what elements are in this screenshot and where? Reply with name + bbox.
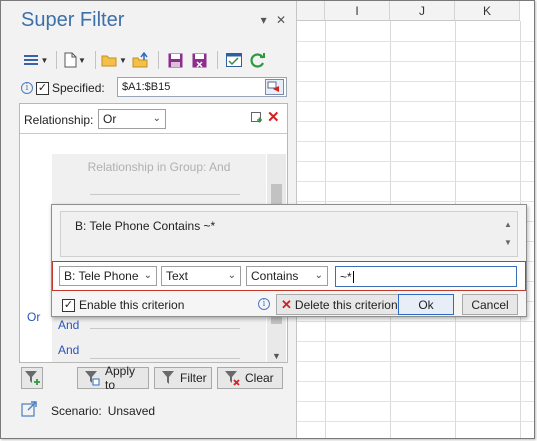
chevron-down-icon: ⌄ xyxy=(227,270,236,281)
scroll-down-icon[interactable]: ▼ xyxy=(503,234,513,252)
relationship-select[interactable]: Or ⌄ xyxy=(98,109,166,129)
criterion-row: B: Tele Phone ⌄ Text ⌄ Contains ⌄ ~* xyxy=(52,261,526,291)
refresh-icon[interactable] xyxy=(247,50,269,70)
save-all-icon[interactable] xyxy=(188,50,210,70)
clear-button[interactable]: Clear xyxy=(217,367,283,389)
info-icon[interactable]: i xyxy=(21,82,33,94)
preview-scrollbar[interactable]: ▲ ▼ xyxy=(503,216,513,252)
chevron-down-icon: ⌄ xyxy=(152,113,161,124)
operator-select[interactable]: Contains ⌄ xyxy=(246,266,328,286)
open-scenario-icon[interactable] xyxy=(21,401,37,420)
filter-button[interactable]: Filter xyxy=(154,367,212,389)
group-relationship-label[interactable]: Relationship in Group: And xyxy=(52,160,266,174)
relationship-bar: Relationship: Or ⌄ ✕ xyxy=(20,104,287,134)
criterion-preview: B: Tele Phone Contains ~* ▲ ▼ xyxy=(60,211,518,257)
and-label[interactable]: And xyxy=(58,343,79,357)
pane-options-chevron-icon[interactable]: ▾ xyxy=(261,13,267,27)
pane-controls: ▾ ✕ xyxy=(255,13,286,27)
enable-criterion-row: ✓ Enable this criterion xyxy=(62,298,184,312)
specified-checkbox[interactable]: ✓ xyxy=(36,81,49,95)
scenario-label: Scenario: xyxy=(51,403,102,418)
apply-to-button[interactable]: Apply to xyxy=(77,364,149,392)
enable-criterion-label[interactable]: Enable this criterion xyxy=(79,298,184,312)
column-header-k[interactable]: K xyxy=(455,1,520,21)
window: I J K Super Filter ▾ ✕ ▼ ▼ ▼ i ✓ Specifi… xyxy=(0,0,535,439)
criterion-preview-text: B: Tele Phone Contains ~* xyxy=(75,219,216,233)
criterion-editor: B: Tele Phone Contains ~* ▲ ▼ B: Tele Ph… xyxy=(51,204,527,317)
filter-apply-icon xyxy=(84,370,100,386)
range-input[interactable]: $A1:$B15 xyxy=(117,77,287,97)
or-label[interactable]: Or xyxy=(27,310,40,324)
enable-criterion-checkbox[interactable]: ✓ xyxy=(62,298,75,312)
add-filter-button[interactable] xyxy=(21,367,43,389)
cancel-button[interactable]: Cancel xyxy=(462,294,518,315)
manage-scenarios-icon[interactable] xyxy=(223,50,245,70)
text-caret xyxy=(352,271,354,283)
apply-to-label: Apply to xyxy=(105,364,136,392)
action-bar: Apply to Filter Clear xyxy=(21,364,287,392)
scenario-row: Scenario: Unsaved xyxy=(21,401,155,420)
delete-criterion-label: Delete this criterion xyxy=(294,297,398,312)
criterion-value: ~* xyxy=(340,270,352,284)
save-as-scenario-icon[interactable] xyxy=(129,50,151,70)
ok-label: Ok xyxy=(418,297,434,312)
pane-close-icon[interactable]: ✕ xyxy=(276,13,286,27)
scroll-up-icon[interactable]: ▲ xyxy=(503,216,513,234)
delete-criterion-button[interactable]: ✕ Delete this criterion xyxy=(276,294,403,315)
specified-label: Specified: xyxy=(52,81,105,95)
operator-value: Contains xyxy=(251,269,299,283)
column-header-i[interactable]: I xyxy=(325,1,390,21)
ok-button[interactable]: Ok xyxy=(398,294,454,315)
open-folder-icon[interactable]: ▼ xyxy=(101,50,127,70)
info-icon[interactable]: i xyxy=(258,298,270,310)
chevron-down-icon: ⌄ xyxy=(143,270,152,281)
empty-criterion-line[interactable] xyxy=(90,358,240,359)
delete-icon: ✕ xyxy=(281,296,292,312)
add-group-icon[interactable] xyxy=(251,112,263,124)
scroll-down-icon[interactable]: ▼ xyxy=(267,351,286,361)
relationship-value: Or xyxy=(103,112,117,126)
clear-label: Clear xyxy=(245,371,274,385)
and-label[interactable]: And xyxy=(58,318,79,332)
relationship-label: Relationship: xyxy=(24,113,94,127)
empty-criterion-line[interactable] xyxy=(90,328,240,329)
column-value: B: Tele Phone xyxy=(64,269,139,283)
menu-icon[interactable]: ▼ xyxy=(23,50,49,70)
chevron-down-icon: ⌄ xyxy=(314,270,323,281)
delete-group-icon[interactable]: ✕ xyxy=(267,108,280,126)
type-select[interactable]: Text ⌄ xyxy=(161,266,241,286)
range-selector-icon[interactable] xyxy=(265,79,284,95)
save-icon[interactable] xyxy=(164,50,186,70)
filter-icon xyxy=(161,370,175,386)
column-header-j[interactable]: J xyxy=(390,1,455,21)
toolbar: ▼ ▼ ▼ xyxy=(23,49,271,71)
cancel-label: Cancel xyxy=(471,297,509,312)
pane-title: Super Filter xyxy=(21,9,125,31)
criterion-value-input[interactable]: ~* xyxy=(335,266,517,287)
new-file-icon[interactable]: ▼ xyxy=(62,50,88,70)
type-value: Text xyxy=(166,269,189,283)
filter-label: Filter xyxy=(180,371,207,385)
filter-add-icon xyxy=(24,370,40,386)
column-header-partial[interactable] xyxy=(297,1,325,21)
empty-criterion-line[interactable] xyxy=(90,194,240,195)
scenario-value: Unsaved xyxy=(107,403,156,418)
filter-clear-icon xyxy=(224,370,240,386)
column-select[interactable]: B: Tele Phone ⌄ xyxy=(59,266,157,286)
